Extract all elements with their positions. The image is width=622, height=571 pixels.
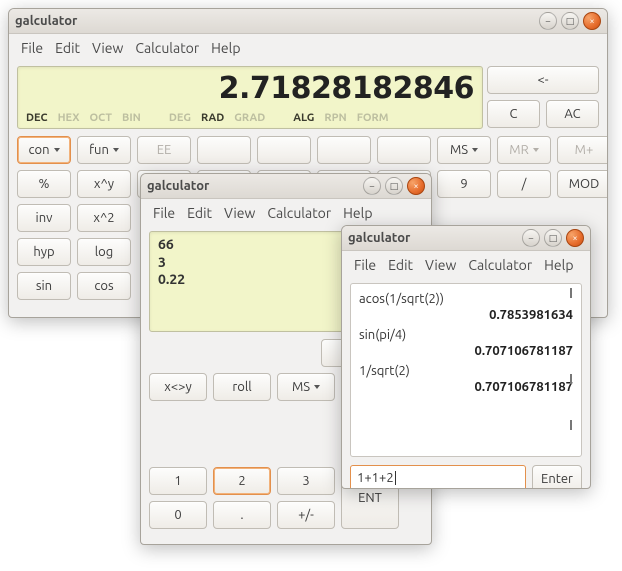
history-pane[interactable]: acos(1/sqrt(2)) 0.7853981634 sin(pi/4) 0… (350, 283, 582, 457)
maximize-icon[interactable]: □ (385, 177, 403, 195)
mr-button[interactable]: MR (497, 136, 551, 164)
mode-hex[interactable]: HEX (58, 112, 80, 124)
hex-a-button[interactable] (197, 136, 251, 164)
history-expr: 1/sqrt(2) (359, 364, 573, 378)
menu-file[interactable]: File (149, 203, 179, 223)
mode-bin[interactable]: BIN (122, 112, 141, 124)
menu-help[interactable]: Help (207, 38, 244, 58)
cos-button[interactable]: cos (77, 272, 131, 300)
xsq-button[interactable]: x^2 (77, 204, 131, 232)
nine-button[interactable]: 9 (437, 170, 491, 198)
menu-calculator[interactable]: Calculator (131, 38, 203, 58)
two-button[interactable]: 2 (213, 467, 271, 495)
menubar: File Edit View Calculator Help (342, 251, 590, 279)
minimize-icon[interactable]: – (522, 229, 540, 247)
titlebar[interactable]: galculator – □ × (141, 174, 431, 199)
history-expr: acos(1/sqrt(2)) (359, 292, 573, 306)
titlebar[interactable]: galculator – □ × (9, 9, 607, 34)
divide-button[interactable]: / (497, 170, 551, 198)
display: 2.71828182846 DEC HEX OCT BIN DEG RAD GR… (17, 66, 483, 129)
hex-b-button[interactable] (257, 136, 311, 164)
menu-calculator[interactable]: Calculator (263, 203, 335, 223)
ms-button[interactable]: MS (277, 373, 335, 401)
window-title: galculator (15, 14, 77, 28)
menubar: File Edit View Calculator Help (9, 34, 607, 62)
history-result: 0.7853981634 (359, 308, 573, 322)
minimize-icon[interactable]: – (539, 12, 557, 30)
mode-alg[interactable]: ALG (293, 112, 314, 124)
clear-button[interactable]: C (487, 100, 540, 128)
ee-button[interactable]: EE (137, 136, 191, 164)
scroll-thumb[interactable] (570, 420, 572, 430)
mode-row: DEC HEX OCT BIN DEG RAD GRAD ALG RPN FOR… (26, 112, 474, 124)
menu-file[interactable]: File (350, 255, 380, 275)
plusminus-button[interactable]: +/- (277, 501, 335, 529)
text-caret-icon (395, 471, 396, 485)
mplus-button[interactable]: M+ (557, 136, 608, 164)
functions-button[interactable]: fun (77, 136, 131, 164)
rparen-button[interactable] (377, 136, 431, 164)
history-result: 0.707106781187 (359, 380, 573, 394)
dot-button[interactable]: . (213, 501, 271, 529)
menu-calculator[interactable]: Calculator (464, 255, 536, 275)
enter-button[interactable]: Enter (532, 465, 582, 489)
menu-edit[interactable]: Edit (51, 38, 84, 58)
mod-button[interactable]: MOD (557, 170, 608, 198)
mode-dec[interactable]: DEC (26, 112, 48, 124)
sin-button[interactable]: sin (17, 272, 71, 300)
close-icon[interactable]: × (583, 12, 601, 30)
mode-deg[interactable]: DEG (169, 112, 191, 124)
three-button[interactable]: 3 (277, 467, 335, 495)
maximize-icon[interactable]: □ (561, 12, 579, 30)
mode-rpn[interactable]: RPN (324, 112, 346, 124)
zero-button[interactable]: 0 (149, 501, 207, 529)
menu-edit[interactable]: Edit (384, 255, 417, 275)
inv-button[interactable]: inv (17, 204, 71, 232)
backspace-button[interactable]: <- (487, 66, 599, 94)
display-value: 2.71828182846 (26, 71, 474, 106)
scroll-thumb[interactable] (570, 288, 572, 298)
mode-grad[interactable]: GRAD (234, 112, 265, 124)
hyp-button[interactable]: hyp (17, 238, 71, 266)
menubar: File Edit View Calculator Help (141, 199, 431, 227)
ms-button[interactable]: MS (437, 136, 491, 164)
expression-input[interactable]: 1+1+2 (350, 465, 526, 489)
menu-help[interactable]: Help (339, 203, 376, 223)
menu-help[interactable]: Help (540, 255, 577, 275)
maximize-icon[interactable]: □ (544, 229, 562, 247)
menu-file[interactable]: File (17, 38, 47, 58)
window-title: galculator (147, 179, 209, 193)
all-clear-button[interactable]: AC (546, 100, 599, 128)
mode-rad[interactable]: RAD (201, 112, 224, 124)
menu-view[interactable]: View (220, 203, 259, 223)
history-result: 0.707106781187 (359, 344, 573, 358)
history-expr: sin(pi/4) (359, 328, 573, 342)
scroll-thumb[interactable] (570, 374, 572, 384)
minimize-icon[interactable]: – (363, 177, 381, 195)
menu-edit[interactable]: Edit (183, 203, 216, 223)
menu-view[interactable]: View (88, 38, 127, 58)
menu-view[interactable]: View (421, 255, 460, 275)
percent-button[interactable]: % (17, 170, 71, 198)
close-icon[interactable]: × (566, 229, 584, 247)
xpy-button[interactable]: x^y (77, 170, 131, 198)
mode-form[interactable]: FORM (357, 112, 389, 124)
xswap-button[interactable]: x<>y (149, 373, 207, 401)
expression-value: 1+1+2 (357, 471, 394, 485)
window-title: galculator (348, 231, 410, 245)
mode-oct[interactable]: OCT (90, 112, 113, 124)
window-paper: galculator – □ × File Edit View Calculat… (341, 225, 591, 489)
titlebar[interactable]: galculator – □ × (342, 226, 590, 251)
roll-button[interactable]: roll (213, 373, 271, 401)
close-icon[interactable]: × (407, 177, 425, 195)
constants-button[interactable]: con (17, 136, 71, 164)
log-button[interactable]: log (77, 238, 131, 266)
lparen-button[interactable] (317, 136, 371, 164)
one-button[interactable]: 1 (149, 467, 207, 495)
